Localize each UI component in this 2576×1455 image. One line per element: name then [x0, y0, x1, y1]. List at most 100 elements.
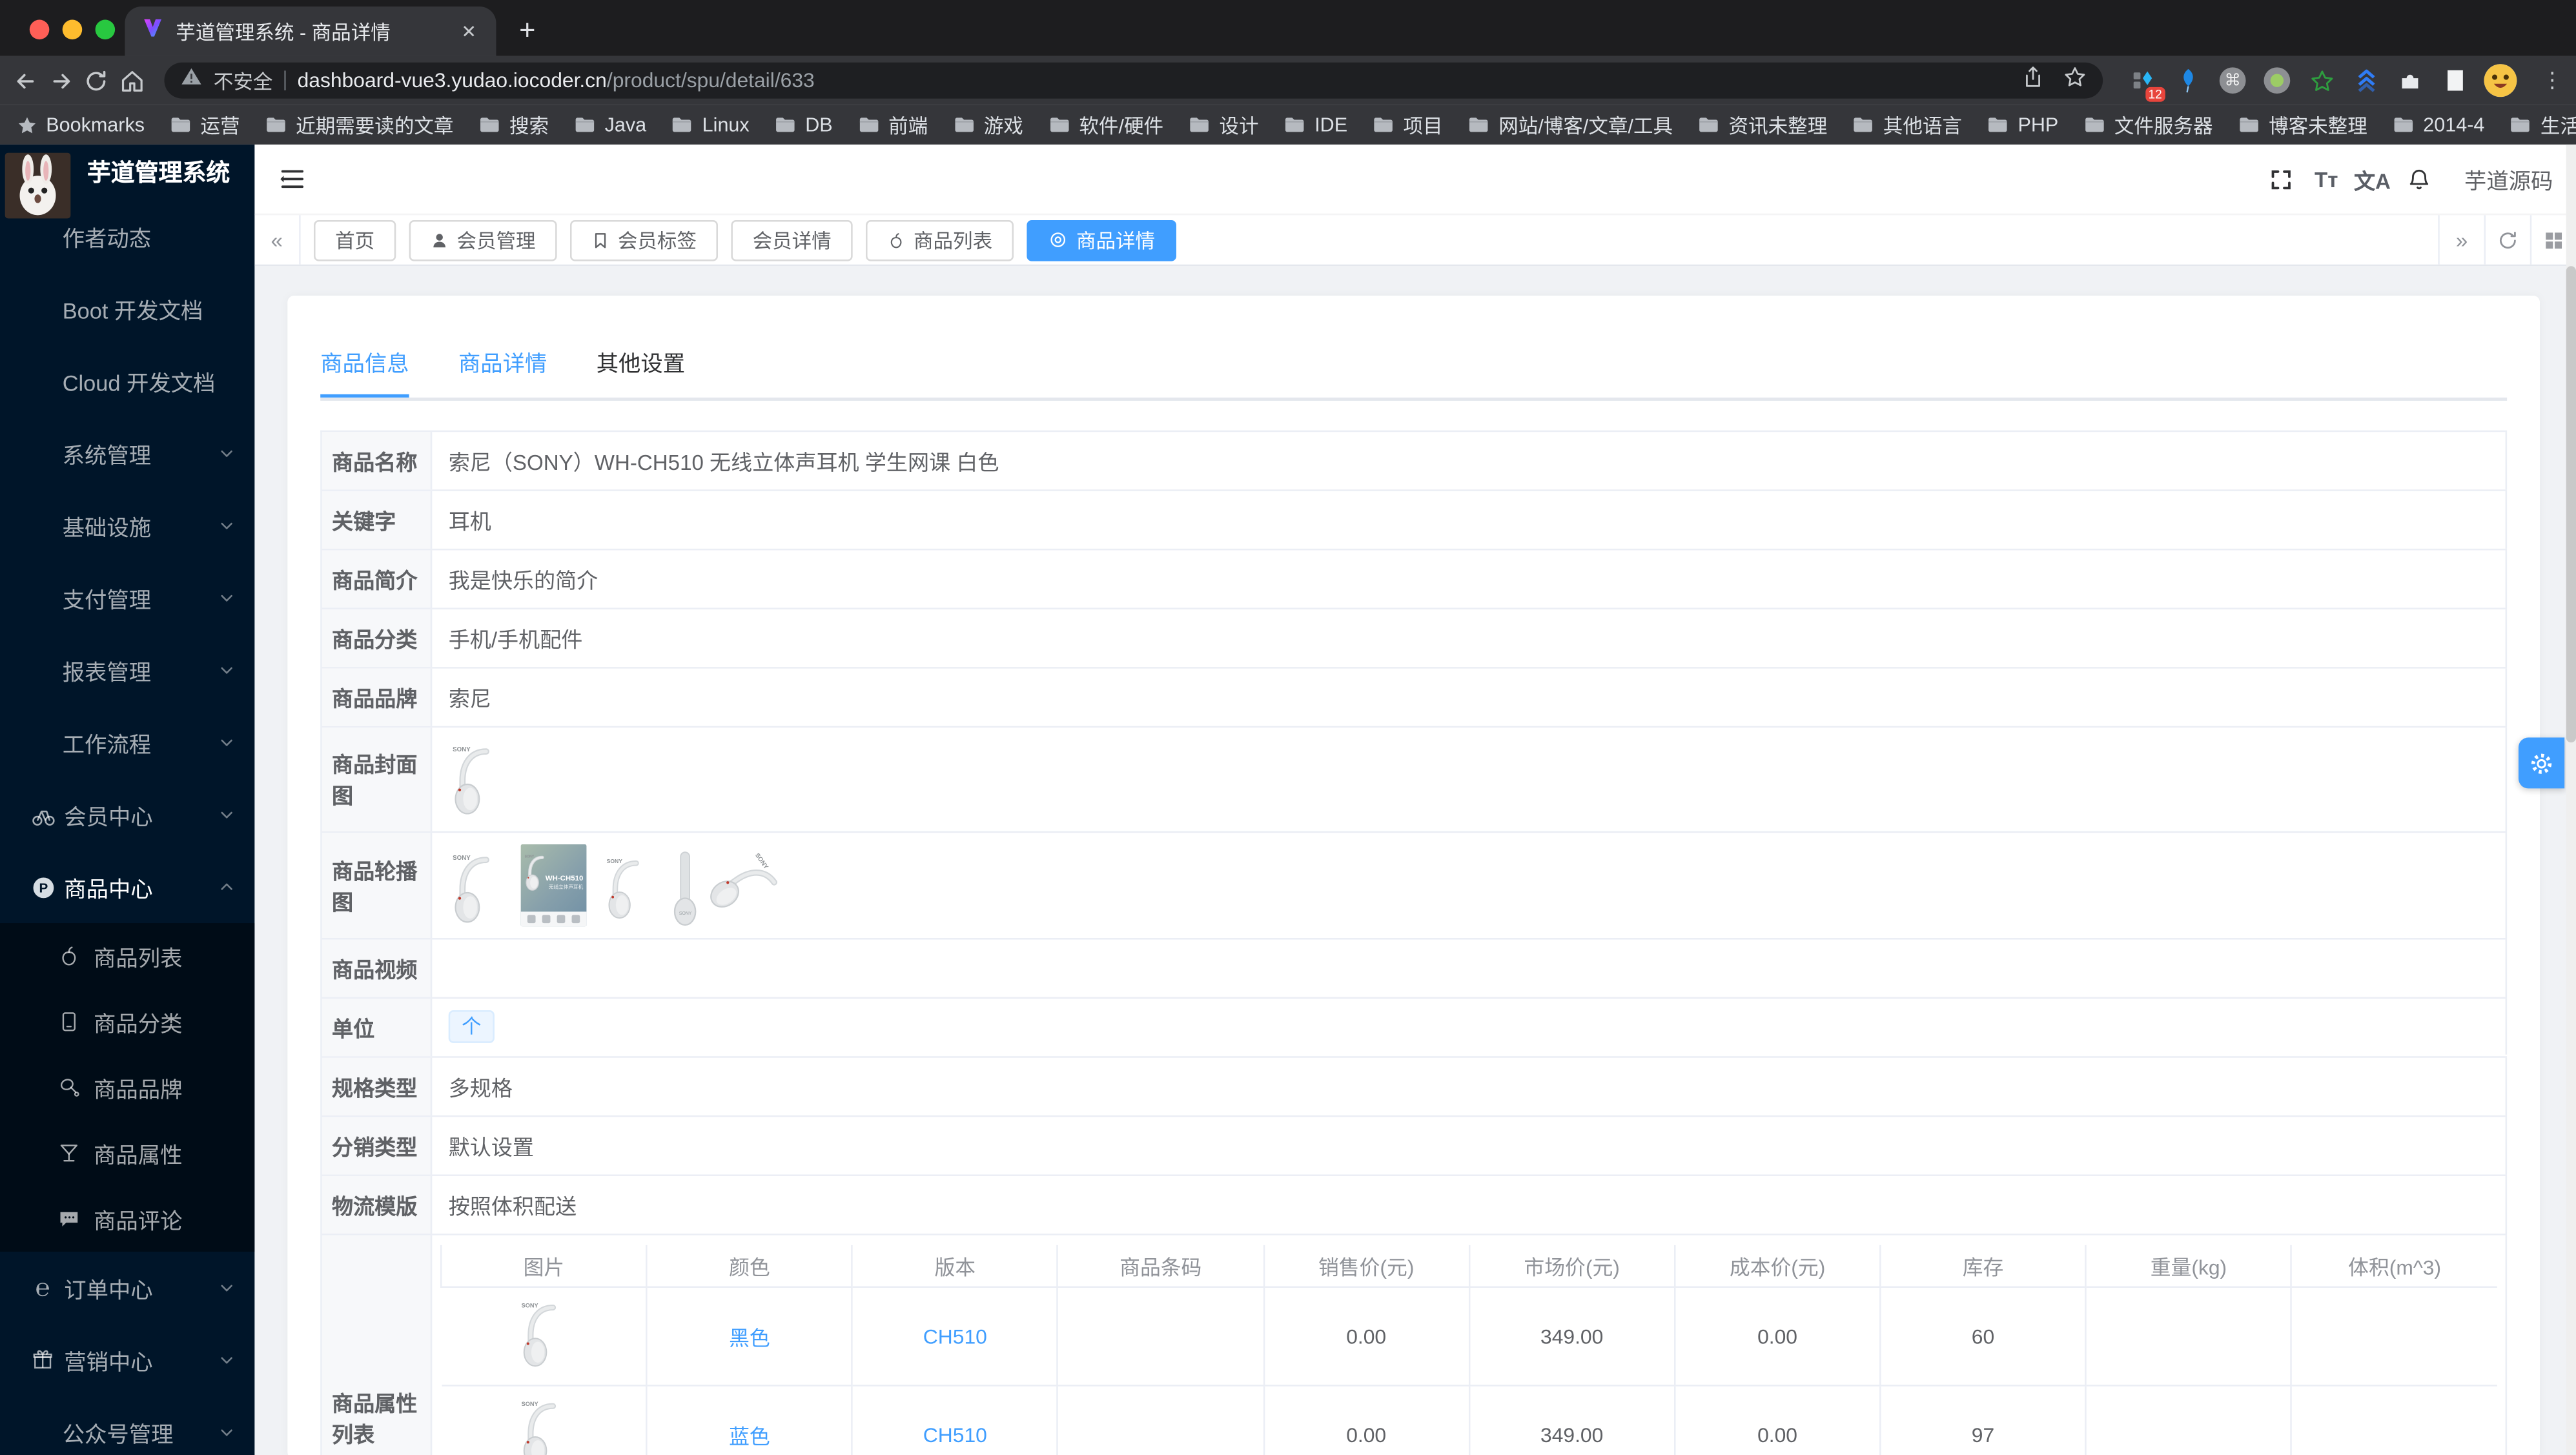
- sidebar-logo[interactable]: 芋道管理系统: [0, 145, 254, 219]
- tab-product-detail[interactable]: 商品详情: [458, 332, 547, 398]
- bookmark-folder[interactable]: Java: [573, 114, 646, 136]
- sidebar-item-product-center[interactable]: P 商品中心: [0, 851, 254, 923]
- security-label[interactable]: 不安全: [214, 66, 273, 94]
- home-icon[interactable]: [119, 63, 144, 99]
- bookmark-folder[interactable]: 博客未整理: [2238, 111, 2367, 139]
- sidebar-item-product-attribute[interactable]: 商品属性: [0, 1120, 254, 1186]
- bookmark-folder[interactable]: 近期需要读的文章: [265, 111, 453, 139]
- sidebar-item-member-center[interactable]: 会员中心: [0, 778, 254, 851]
- notification-bell-icon[interactable]: [2395, 156, 2441, 202]
- sidebar-item-product-brand[interactable]: 商品品牌: [0, 1055, 254, 1121]
- recorder-extension-icon[interactable]: [2262, 66, 2292, 96]
- product-cover-image[interactable]: [449, 740, 505, 817]
- sidebar-item-order-center[interactable]: ℮ 订单中心: [0, 1252, 254, 1324]
- sidebar-item-report[interactable]: 报表管理: [0, 634, 254, 706]
- forward-icon[interactable]: [48, 63, 74, 99]
- bookmark-folder[interactable]: DB: [774, 114, 833, 136]
- browser-tab[interactable]: 芋道管理系统 - 商品详情 ✕: [125, 6, 496, 56]
- sidebar-item-boot-docs[interactable]: Boot 开发文档: [0, 272, 254, 345]
- bookmark-folder[interactable]: 2014-4: [2392, 114, 2484, 136]
- bookmark-folder[interactable]: 生活: [2510, 111, 2576, 139]
- field-row: 商品简介 我是快乐的简介: [322, 549, 2508, 609]
- theme-settings-button[interactable]: [2518, 737, 2565, 789]
- bookmark-folder[interactable]: 前端: [857, 111, 928, 139]
- tag-member-label[interactable]: 会员标签: [570, 219, 719, 261]
- share-icon[interactable]: [2022, 65, 2043, 96]
- scrollbar-thumb[interactable]: [2566, 266, 2576, 743]
- sidebar-item-workflow[interactable]: 工作流程: [0, 706, 254, 778]
- sidebar-item-infra[interactable]: 基础设施: [0, 489, 254, 562]
- bookmark-folder[interactable]: 文件服务器: [2083, 111, 2213, 139]
- bookmark-folder[interactable]: 游戏: [952, 111, 1023, 139]
- new-tab-button[interactable]: +: [519, 15, 535, 48]
- locale-icon[interactable]: 文A: [2349, 156, 2395, 202]
- star-extension-icon[interactable]: [2307, 66, 2336, 96]
- sku-color-link[interactable]: 蓝色: [646, 1385, 854, 1455]
- sidebar-item-product-comment[interactable]: 商品评论: [0, 1186, 254, 1252]
- sku-version-link[interactable]: CH510: [851, 1286, 1059, 1387]
- sidebar-item-mp-admin[interactable]: 公众号管理: [0, 1396, 254, 1455]
- sidebar-item-product-list[interactable]: 商品列表: [0, 923, 254, 989]
- bookmark-folder[interactable]: 其他语言: [1852, 111, 1962, 139]
- kite-extension-icon[interactable]: [2174, 66, 2203, 96]
- page-scrollbar[interactable]: [2566, 144, 2576, 1455]
- tags-scroll-right-icon[interactable]: »: [2438, 215, 2484, 265]
- bookmark-star-icon[interactable]: [2063, 65, 2087, 96]
- reload-icon[interactable]: [84, 63, 109, 99]
- fullscreen-icon[interactable]: [2257, 156, 2303, 202]
- tag-member-detail[interactable]: 会员详情: [731, 219, 853, 261]
- current-username[interactable]: 芋道源码: [2464, 163, 2553, 196]
- chevrons-extension-icon[interactable]: [2351, 66, 2380, 96]
- font-size-icon[interactable]: Tт: [2304, 156, 2349, 202]
- product-promo-image[interactable]: WH-CH510 无线立体声耳机: [520, 843, 587, 926]
- sidebar-item-system[interactable]: 系统管理: [0, 417, 254, 489]
- tab-product-info[interactable]: 商品信息: [320, 332, 409, 398]
- bookmark-folder[interactable]: 设计: [1188, 111, 1259, 139]
- sidebar-item-cloud-docs[interactable]: Cloud 开发文档: [0, 345, 254, 417]
- zoom-window-button[interactable]: [95, 19, 116, 40]
- bookmark-folder[interactable]: 网站/博客/文章/工具: [1467, 111, 1673, 139]
- puzzle-extension-icon[interactable]: [2395, 66, 2425, 96]
- product-image[interactable]: [669, 848, 702, 926]
- back-icon[interactable]: [13, 63, 38, 99]
- bookmark-folder[interactable]: Linux: [671, 114, 750, 136]
- sku-image[interactable]: [517, 1396, 569, 1455]
- command-extension-icon[interactable]: ⌘: [2218, 66, 2247, 96]
- sidebar-item-product-category[interactable]: 商品分类: [0, 989, 254, 1055]
- chrome-menu-icon[interactable]: ⋮: [2542, 67, 2563, 94]
- sku-image[interactable]: [517, 1297, 569, 1370]
- tag-member-管理[interactable]: 会员管理: [409, 219, 557, 261]
- extension-icon[interactable]: 12: [2129, 66, 2165, 102]
- sidebar-item-payment[interactable]: 支付管理: [0, 562, 254, 634]
- profile-avatar[interactable]: [2484, 64, 2517, 97]
- collapse-menu-icon[interactable]: [268, 154, 317, 203]
- sku-color-link[interactable]: 黑色: [646, 1286, 854, 1387]
- tab-other-settings[interactable]: 其他设置: [597, 332, 685, 398]
- product-image[interactable]: [603, 848, 652, 926]
- bookmark-folder[interactable]: 项目: [1372, 111, 1443, 139]
- bookmark-folder[interactable]: PHP: [1987, 114, 2058, 136]
- address-bar[interactable]: 不安全 dashboard-vue3.yudao.iocoder.cn/prod…: [164, 62, 2103, 99]
- tags-scroll-left-icon[interactable]: «: [254, 215, 301, 265]
- panel-extension-icon[interactable]: [2440, 66, 2469, 96]
- product-image[interactable]: [449, 848, 505, 926]
- bookmark-folder[interactable]: 资讯未整理: [1697, 111, 1827, 139]
- sku-version-link[interactable]: CH510: [851, 1385, 1059, 1455]
- product-image[interactable]: [700, 846, 792, 933]
- tab-close-icon[interactable]: ✕: [458, 21, 480, 42]
- bookmark-folder[interactable]: 搜索: [478, 111, 549, 139]
- bookmark-folder[interactable]: 运营: [169, 111, 240, 139]
- minimize-window-button[interactable]: [62, 19, 83, 40]
- tag-product-detail[interactable]: 商品详情: [1027, 219, 1177, 261]
- bookmark-folder[interactable]: IDE: [1283, 114, 1347, 136]
- tag-home[interactable]: 首页: [314, 219, 396, 261]
- close-window-button[interactable]: [29, 19, 50, 40]
- tag-product-list[interactable]: 商品列表: [866, 219, 1014, 261]
- tags-refresh-icon[interactable]: [2484, 215, 2530, 265]
- sidebar-item-marketing-center[interactable]: 营销中心: [0, 1324, 254, 1396]
- bookmarks-manager[interactable]: Bookmarks: [16, 114, 145, 136]
- brand-icon: [57, 1076, 81, 1099]
- bookmark-folder[interactable]: 软件/硬件: [1048, 111, 1163, 139]
- url-text[interactable]: dashboard-vue3.yudao.iocoder.cn/product/…: [298, 69, 2011, 92]
- security-warning-icon[interactable]: [181, 66, 202, 96]
